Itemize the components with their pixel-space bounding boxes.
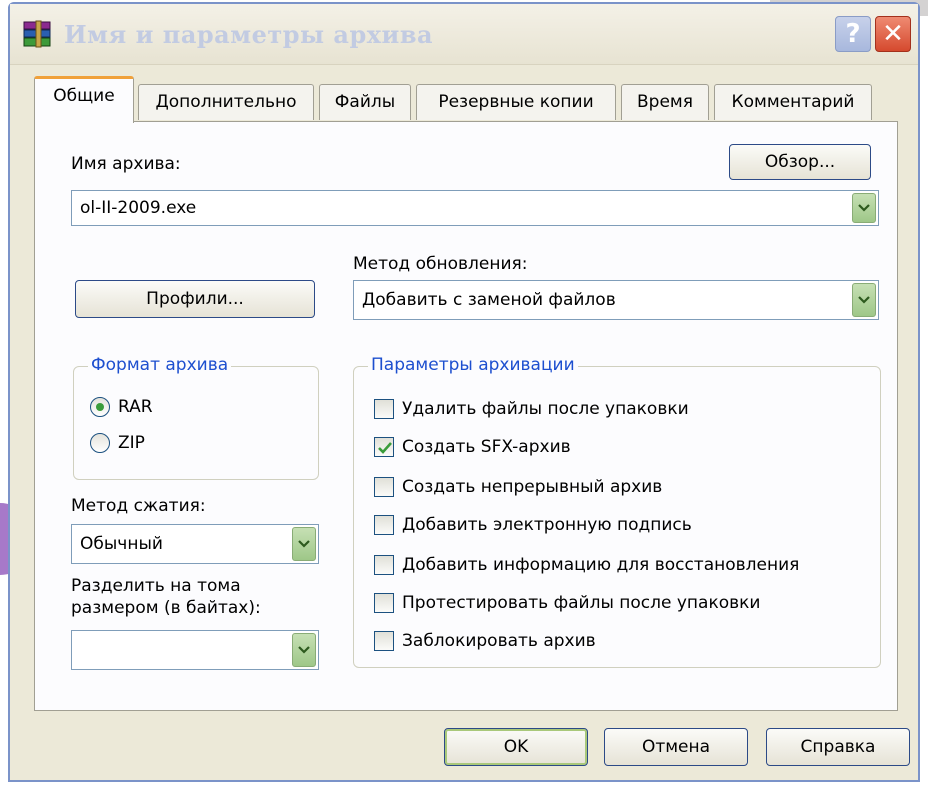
option-label: Создать SFX-архив bbox=[402, 437, 571, 457]
checkbox-icon[interactable] bbox=[374, 631, 394, 651]
archive-name-value: ol-II-2009.exe bbox=[80, 198, 197, 218]
archive-name-combo[interactable]: ol-II-2009.exe bbox=[71, 190, 879, 226]
profiles-button[interactable]: Профили... bbox=[75, 280, 315, 318]
browse-button[interactable]: Обзор... bbox=[729, 144, 871, 180]
checkbox-icon[interactable] bbox=[374, 477, 394, 497]
checkbox-icon[interactable] bbox=[374, 399, 394, 419]
compression-method-label: Метод сжатия: bbox=[71, 496, 206, 516]
tab-files[interactable]: Файлы bbox=[319, 84, 411, 120]
title-bar: Имя и параметры архива ? ✕ bbox=[10, 4, 918, 65]
archive-name-label: Имя архива: bbox=[71, 154, 181, 174]
help-title-button[interactable]: ? bbox=[835, 16, 871, 52]
radio-button-icon[interactable] bbox=[90, 397, 110, 417]
split-volumes-label-2: размером (в байтах): bbox=[71, 598, 261, 618]
archive-options-group: Параметры архивации Удалить файлы после … bbox=[353, 355, 881, 668]
tab-time[interactable]: Время bbox=[621, 84, 709, 120]
chevron-down-icon[interactable] bbox=[292, 633, 316, 667]
close-button[interactable]: ✕ bbox=[875, 16, 911, 52]
archive-options-title: Параметры архивации bbox=[368, 355, 578, 375]
ok-button[interactable]: OK bbox=[444, 728, 588, 766]
tab-advanced[interactable]: Дополнительно bbox=[138, 84, 314, 120]
tab-comment[interactable]: Комментарий bbox=[714, 84, 872, 120]
update-method-label: Метод обновления: bbox=[353, 254, 528, 274]
radio-button-icon[interactable] bbox=[90, 433, 110, 453]
chevron-down-icon[interactable] bbox=[852, 283, 876, 317]
radio-zip[interactable]: ZIP bbox=[90, 431, 230, 457]
option-label: Удалить файлы после упаковки bbox=[402, 399, 689, 419]
update-method-value: Добавить с заменой файлов bbox=[362, 290, 616, 310]
help-button[interactable]: Справка bbox=[766, 728, 910, 766]
window-title: Имя и параметры архива bbox=[64, 20, 434, 49]
tab-backup[interactable]: Резервные копии bbox=[416, 84, 616, 120]
option-label: Протестировать файлы после упаковки bbox=[402, 593, 761, 613]
radio-zip-label: ZIP bbox=[118, 433, 145, 453]
option-label: Заблокировать архив bbox=[402, 631, 596, 651]
archive-format-title: Формат архива bbox=[88, 355, 232, 375]
winrar-books-icon bbox=[22, 20, 54, 50]
option-solid-archive[interactable]: Создать непрерывный архив bbox=[374, 475, 864, 501]
option-test-files[interactable]: Протестировать файлы после упаковки bbox=[374, 591, 864, 617]
option-digital-signature[interactable]: Добавить электронную подпись bbox=[374, 513, 864, 539]
split-volumes-combo[interactable] bbox=[71, 630, 319, 670]
chevron-down-icon[interactable] bbox=[852, 193, 876, 223]
compression-method-combo[interactable]: Обычный bbox=[71, 524, 319, 564]
update-method-combo[interactable]: Добавить с заменой файлов bbox=[353, 280, 879, 320]
cancel-button[interactable]: Отмена bbox=[604, 728, 748, 766]
checkbox-icon[interactable] bbox=[374, 515, 394, 535]
option-recovery-record[interactable]: Добавить информацию для восстановления bbox=[374, 553, 874, 579]
checkmark-icon[interactable] bbox=[374, 437, 394, 457]
chevron-down-icon[interactable] bbox=[292, 527, 316, 561]
tab-general[interactable]: Общие bbox=[34, 76, 134, 123]
general-tab-panel: Имя архива: Обзор... ol-II-2009.exe Мето… bbox=[34, 121, 898, 711]
option-lock-archive[interactable]: Заблокировать архив bbox=[374, 629, 864, 655]
option-label: Добавить информацию для восстановления bbox=[402, 555, 800, 575]
compression-method-value: Обычный bbox=[80, 534, 163, 554]
option-label: Добавить электронную подпись bbox=[402, 515, 692, 535]
option-delete-after-pack[interactable]: Удалить файлы после упаковки bbox=[374, 397, 864, 423]
split-volumes-label-1: Разделить на тома bbox=[71, 576, 241, 596]
dialog-window: Имя и параметры архива ? ✕ Общие Дополни… bbox=[8, 2, 920, 782]
archive-format-group: Формат архива RAR ZIP bbox=[73, 355, 319, 480]
radio-rar-label: RAR bbox=[118, 397, 153, 417]
option-create-sfx[interactable]: Создать SFX-архив bbox=[374, 435, 864, 461]
option-label: Создать непрерывный архив bbox=[402, 477, 663, 497]
checkbox-icon[interactable] bbox=[374, 593, 394, 613]
radio-rar[interactable]: RAR bbox=[90, 395, 230, 421]
checkbox-icon[interactable] bbox=[374, 555, 394, 575]
